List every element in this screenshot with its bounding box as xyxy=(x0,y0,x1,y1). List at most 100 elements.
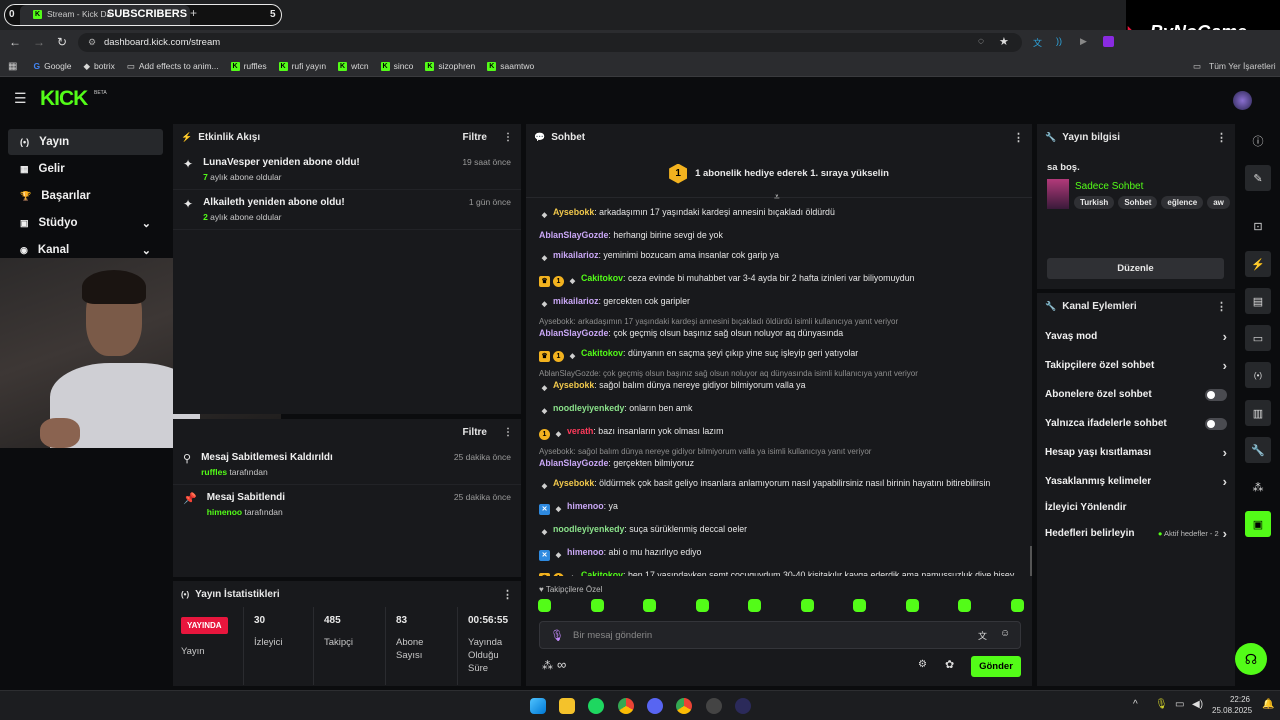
bookmark-star-icon[interactable]: ★ xyxy=(999,35,1009,48)
microphone-icon[interactable]: 🎙 xyxy=(550,629,564,642)
site-info-icon[interactable]: ⚙ xyxy=(88,37,96,48)
bookmark-google[interactable]: G Google xyxy=(33,55,71,77)
user-avatar[interactable] xyxy=(1233,91,1252,110)
bookmark-sinco[interactable]: Ksinco xyxy=(380,55,413,77)
extension-play-icon[interactable]: ▶ xyxy=(1080,36,1087,47)
more-icon[interactable]: ⋮ xyxy=(1013,131,1024,144)
spotify-icon[interactable] xyxy=(588,698,604,714)
translate-icon[interactable]: 文 xyxy=(978,629,987,642)
send-button[interactable]: Gönder xyxy=(971,656,1021,677)
info-icon[interactable]: ⓘ xyxy=(1245,128,1271,154)
screenshot-icon[interactable]: ⊡ xyxy=(1245,213,1271,239)
action-goals[interactable]: Hedefleri belirleyin ● Aktif hedefler - 2… xyxy=(1037,519,1235,548)
more-icon[interactable]: ⋮ xyxy=(503,132,513,143)
network-icon[interactable]: ▭ xyxy=(1175,699,1184,710)
points-icon[interactable]: ⁂ xyxy=(1245,474,1271,500)
chat-username[interactable]: mikailarioz xyxy=(553,250,598,260)
chat-username[interactable]: verath xyxy=(567,426,593,436)
chat-username[interactable]: Cakitokov xyxy=(581,570,623,576)
chat-username[interactable]: himenoo xyxy=(567,501,604,511)
emote-picker-icon[interactable]: ✿ xyxy=(945,658,954,671)
action-account-age[interactable]: Hesap yaşı kısıtlaması › xyxy=(1037,438,1235,467)
support-headset-icon[interactable]: ☊ xyxy=(1235,643,1267,675)
emoji-icon[interactable]: ☺ xyxy=(1000,628,1010,639)
chat-username[interactable]: Cakitokov xyxy=(581,348,623,358)
emote-icon[interactable] xyxy=(748,599,762,612)
sidebar-item-basarilar[interactable]: 🏆 Başarılar xyxy=(8,183,163,209)
notification-bell-icon[interactable]: 🔔 xyxy=(1262,699,1274,710)
reload-icon[interactable]: ↻ xyxy=(57,35,67,49)
sidebar-item-gelir[interactable]: ▦ Gelir xyxy=(8,156,163,182)
chat-username[interactable]: AblanSlayGozde xyxy=(539,458,608,468)
action-followers-only[interactable]: Takipçilere özel sohbet › xyxy=(1037,351,1235,380)
extension-avatar-icon[interactable] xyxy=(1103,36,1114,47)
chat-username[interactable]: himenoo xyxy=(567,547,604,557)
sidebar-item-studyo[interactable]: ▣ Stüdyo ⌄ xyxy=(8,210,163,236)
emote-icon[interactable] xyxy=(800,599,814,612)
settings-gear-icon[interactable]: ⚙ xyxy=(918,659,927,670)
kick-logo[interactable]: KICK xyxy=(40,87,88,111)
emote-icon[interactable] xyxy=(643,599,657,612)
wrench-icon[interactable]: 🔧 xyxy=(1245,437,1271,463)
sidebar-item-yayin[interactable]: (•) Yayın xyxy=(8,129,163,155)
emote-icon[interactable] xyxy=(538,599,551,612)
back-icon[interactable]: ← xyxy=(9,35,21,49)
chat-username[interactable]: Cakitokov xyxy=(581,273,623,283)
broadcast-icon[interactable]: (•) xyxy=(1245,362,1271,388)
chrome-profile-icon[interactable] xyxy=(676,698,692,714)
green-app-icon[interactable]: ▣ xyxy=(1245,511,1271,537)
forward-icon[interactable]: → xyxy=(33,35,45,49)
chat-username[interactable]: mikailarioz xyxy=(553,296,598,306)
category-name[interactable]: Sadece Sohbet xyxy=(1075,181,1143,192)
menu-icon[interactable]: ☰ xyxy=(14,90,27,107)
edit-pencil-icon[interactable]: ✎ xyxy=(1245,165,1271,191)
all-bookmarks[interactable]: Tüm Yer İşaretleri xyxy=(1209,61,1276,71)
eye-off-icon[interactable]: ◌ xyxy=(978,36,984,47)
translate-icon[interactable]: 文 xyxy=(1033,36,1042,49)
extension-wave-icon[interactable]: )) xyxy=(1056,36,1062,46)
obs-icon[interactable] xyxy=(706,698,722,714)
bookmark-botrix[interactable]: ◆ botrix xyxy=(84,55,115,77)
windows-start-icon[interactable] xyxy=(530,698,546,714)
lightning-icon[interactable]: ⚡ xyxy=(1245,251,1271,277)
more-icon[interactable]: ⋮ xyxy=(502,588,513,601)
chat-username[interactable]: AblanSlayGozde xyxy=(539,328,608,338)
chat-username[interactable]: Aysebokk xyxy=(553,478,594,488)
more-icon[interactable]: ⋮ xyxy=(503,427,513,438)
new-tab-button[interactable]: + xyxy=(190,6,197,20)
chat-username[interactable]: Aysebokk xyxy=(553,380,594,390)
emote-icon[interactable] xyxy=(853,599,867,612)
chat-username[interactable]: noodleyiyenkedy xyxy=(553,403,624,413)
bookmark-wtcn[interactable]: Kwtcn xyxy=(338,55,369,77)
action-emotes-only[interactable]: Yalnızca ifadelerle sohbet xyxy=(1037,409,1235,438)
gift-leaderboard[interactable]: 1 1 abonelik hediye ederek 1. sıraya yük… xyxy=(526,150,1032,198)
more-icon[interactable]: ⋮ xyxy=(1216,300,1227,313)
emote-icon[interactable] xyxy=(958,599,972,612)
emote-icon[interactable] xyxy=(590,599,604,612)
mic-tray-icon[interactable]: 🎙 xyxy=(1155,699,1168,710)
subscribers-only-toggle[interactable] xyxy=(1205,388,1227,401)
emote-icon[interactable] xyxy=(1010,599,1024,612)
bookmark-ruffles[interactable]: Kruffles xyxy=(230,55,267,77)
file-explorer-icon[interactable] xyxy=(559,698,575,714)
emote-icon[interactable] xyxy=(695,599,709,612)
chat-username[interactable]: Aysebokk xyxy=(553,207,594,217)
action-banned-words[interactable]: Yasaklanmış kelimeler › xyxy=(1037,467,1235,496)
discord-icon[interactable] xyxy=(647,698,663,714)
action-subscribers-only[interactable]: Abonelere özel sohbet xyxy=(1037,380,1235,409)
activity-filter-button[interactable]: Filtre xyxy=(463,132,487,143)
chat-username[interactable]: AblanSlayGozde xyxy=(539,230,608,240)
apps-grid-icon[interactable]: ▦ xyxy=(8,61,17,72)
chevron-up-icon[interactable]: ^ xyxy=(1133,699,1138,710)
edit-button[interactable]: Düzenle xyxy=(1047,258,1224,279)
emote-icon[interactable] xyxy=(905,599,919,612)
bookmark-saamtwo[interactable]: Ksaamtwo xyxy=(487,55,534,77)
bookmark-rufi[interactable]: Krufi yayın xyxy=(278,55,326,77)
volume-icon[interactable]: ◀) xyxy=(1192,699,1203,710)
more-icon[interactable]: ⋮ xyxy=(1216,131,1227,144)
chat-scrollbar[interactable] xyxy=(1030,546,1032,576)
bookmark-effects[interactable]: ▭ Add effects to anim... xyxy=(127,55,219,77)
chat-username[interactable]: noodleyiyenkedy xyxy=(553,524,624,534)
emotes-only-toggle[interactable] xyxy=(1205,417,1227,430)
action-slow-mode[interactable]: Yavaş mod › xyxy=(1037,322,1235,351)
